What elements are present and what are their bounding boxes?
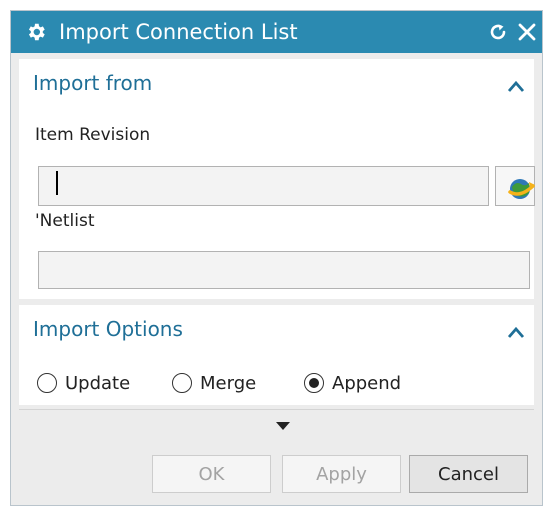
browse-icon bbox=[508, 179, 535, 199]
netlist-label: 'Netlist bbox=[35, 211, 95, 231]
collapse-import-from-icon[interactable] bbox=[507, 79, 525, 93]
reset-icon[interactable] bbox=[488, 22, 508, 42]
text-cursor bbox=[56, 171, 58, 195]
merge-radio-label: Merge bbox=[200, 372, 257, 394]
close-icon[interactable] bbox=[517, 22, 537, 42]
item-revision-label: Item Revision bbox=[35, 125, 151, 145]
import-connection-list-dialog: Import Connection List Import from Item … bbox=[10, 10, 543, 506]
expand-more-icon[interactable] bbox=[275, 421, 291, 431]
ok-button[interactable]: OK bbox=[152, 455, 271, 493]
radio-unselected-icon bbox=[172, 373, 192, 393]
import-from-title[interactable]: Import from bbox=[33, 71, 152, 95]
radio-selected-icon bbox=[304, 373, 324, 393]
radio-unselected-icon bbox=[37, 373, 57, 393]
cancel-button[interactable]: Cancel bbox=[409, 455, 528, 493]
import-options-section: Import Options Update Merge Append bbox=[19, 305, 534, 405]
dialog-titlebar[interactable]: Import Connection List bbox=[11, 11, 542, 53]
gear-icon[interactable] bbox=[25, 21, 47, 43]
merge-radio[interactable]: Merge bbox=[172, 371, 256, 395]
update-radio-label: Update bbox=[65, 372, 131, 394]
import-options-title[interactable]: Import Options bbox=[33, 317, 183, 341]
footer-divider bbox=[19, 409, 534, 410]
update-radio[interactable]: Update bbox=[37, 371, 130, 395]
apply-button[interactable]: Apply bbox=[282, 455, 401, 493]
netlist-input[interactable] bbox=[38, 251, 530, 289]
import-from-section: Import from Item Revision 'Netlist bbox=[19, 59, 535, 299]
browse-item-revision-button[interactable] bbox=[495, 166, 535, 206]
append-radio[interactable]: Append bbox=[304, 371, 401, 395]
append-radio-label: Append bbox=[332, 372, 402, 394]
item-revision-input[interactable] bbox=[38, 166, 489, 206]
dialog-title: Import Connection List bbox=[59, 20, 298, 44]
collapse-import-options-icon[interactable] bbox=[507, 325, 525, 339]
